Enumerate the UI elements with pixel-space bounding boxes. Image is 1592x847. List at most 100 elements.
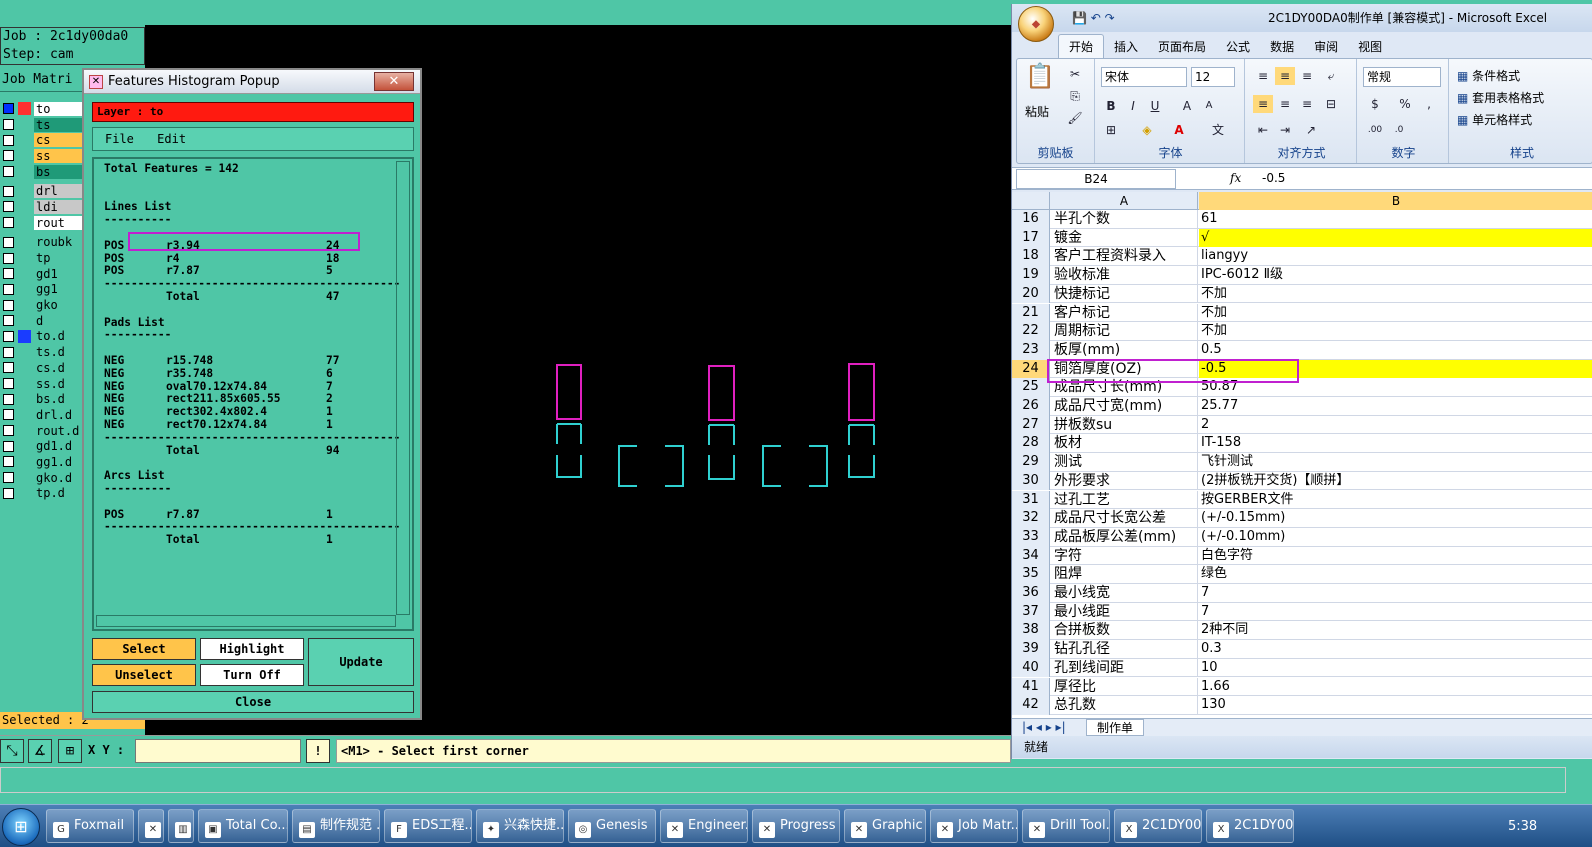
- row-number[interactable]: 30: [1012, 471, 1050, 491]
- number-format-select[interactable]: 常规: [1363, 67, 1441, 87]
- cell-b[interactable]: 7: [1199, 603, 1592, 622]
- cell-a[interactable]: 拼板数su: [1051, 415, 1198, 435]
- cell-b[interactable]: 按GERBER文件: [1199, 491, 1592, 510]
- cell-a[interactable]: 阻焊: [1051, 565, 1198, 584]
- cell-a[interactable]: 测试: [1051, 453, 1198, 472]
- layer-row[interactable]: gko.d: [0, 470, 86, 486]
- taskbar-item[interactable]: ▣ Total Co...: [198, 809, 288, 843]
- cell-a[interactable]: 字符: [1051, 546, 1198, 566]
- cell-a[interactable]: 周期标记: [1051, 322, 1198, 341]
- bold-icon[interactable]: B: [1101, 97, 1121, 115]
- cell-a[interactable]: 钻孔孔径: [1051, 640, 1198, 659]
- align-center-icon[interactable]: ≡: [1275, 95, 1295, 113]
- taskbar-item[interactable]: ▤ 制作规范 ...: [292, 809, 380, 843]
- ribbon-tab[interactable]: 开始: [1058, 34, 1105, 58]
- snap-icon[interactable]: ∡: [28, 739, 52, 763]
- vertical-scrollbar[interactable]: [396, 161, 410, 615]
- quick-access-icon[interactable]: 💾 ↶ ↷: [1072, 4, 1115, 32]
- layer-row[interactable]: to: [0, 101, 86, 117]
- feature-row[interactable]: NEG r15.748 77: [104, 354, 394, 368]
- layer-row[interactable]: roubk: [0, 235, 86, 251]
- zoom-icon[interactable]: ⤡: [0, 739, 24, 763]
- feature-row[interactable]: NEG rect70.12x74.84 1: [104, 418, 394, 432]
- align-bottom-icon[interactable]: ≡: [1297, 67, 1317, 85]
- layer-checkbox[interactable]: [3, 299, 14, 311]
- layer-row[interactable]: cs: [0, 132, 86, 148]
- column-header-b[interactable]: B: [1199, 192, 1592, 210]
- italic-icon[interactable]: I: [1123, 97, 1143, 115]
- cell-a[interactable]: 镀金: [1051, 228, 1198, 248]
- cell-a[interactable]: 半孔个数: [1051, 210, 1198, 229]
- layer-checkbox[interactable]: [3, 150, 14, 162]
- layer-row[interactable]: tp: [0, 250, 86, 266]
- layer-row[interactable]: rout.d: [0, 423, 86, 439]
- layer-row[interactable]: gko: [0, 297, 86, 313]
- cut-icon[interactable]: ✂: [1065, 65, 1085, 83]
- layer-row[interactable]: ldi: [0, 199, 86, 215]
- sheet-tab[interactable]: 制作单: [1086, 719, 1145, 736]
- cell-b[interactable]: 0.3: [1199, 640, 1592, 659]
- style-item[interactable]: ▦ 条件格式: [1457, 65, 1544, 87]
- name-box[interactable]: B24: [1016, 169, 1176, 189]
- copy-icon[interactable]: ⎘: [1065, 87, 1085, 105]
- taskbar-item[interactable]: X 2C1DY00...: [1114, 809, 1202, 843]
- row-number[interactable]: 38: [1012, 621, 1050, 641]
- horizontal-scrollbar[interactable]: [96, 615, 396, 627]
- layer-row[interactable]: drl: [0, 183, 86, 199]
- close-button[interactable]: Close: [92, 691, 414, 713]
- layer-checkbox[interactable]: [3, 440, 14, 452]
- shrink-font-icon[interactable]: A: [1199, 97, 1219, 115]
- layer-row[interactable]: ss: [0, 148, 86, 164]
- cell-b[interactable]: 0.5: [1199, 341, 1592, 360]
- comma-icon[interactable]: ,: [1419, 95, 1439, 113]
- layer-checkbox[interactable]: [3, 330, 14, 342]
- underline-icon[interactable]: U: [1145, 97, 1165, 115]
- layer-row[interactable]: gg1: [0, 282, 86, 298]
- phonetic-icon[interactable]: 文: [1203, 121, 1233, 139]
- font-size-select[interactable]: 12: [1191, 67, 1235, 87]
- cell-b[interactable]: liangyy: [1199, 247, 1592, 266]
- feature-row[interactable]: NEG r35.748 6: [104, 367, 394, 381]
- ribbon-tab[interactable]: 页面布局: [1148, 35, 1216, 59]
- layer-checkbox[interactable]: [3, 166, 14, 178]
- layer-checkbox[interactable]: [3, 119, 14, 131]
- cell-b[interactable]: 白色字符: [1199, 547, 1592, 566]
- cell-b[interactable]: 10: [1199, 659, 1592, 678]
- layer-row[interactable]: rout: [0, 215, 86, 231]
- layer-checkbox[interactable]: [3, 346, 14, 358]
- features-list[interactable]: Total Features = 142 Lines List ---------…: [92, 157, 414, 631]
- select-all-corner[interactable]: [1012, 192, 1050, 210]
- layer-checkbox[interactable]: [3, 201, 14, 213]
- cell-b[interactable]: 1.66: [1199, 678, 1592, 697]
- feature-row[interactable]: POS r4 18: [104, 252, 394, 266]
- row-number[interactable]: 27: [1012, 415, 1050, 435]
- layer-checkbox[interactable]: [3, 236, 14, 248]
- cell-b[interactable]: 61: [1199, 210, 1592, 229]
- cell-b[interactable]: 7: [1199, 584, 1592, 603]
- row-number[interactable]: 16: [1012, 210, 1050, 229]
- row-number[interactable]: 35: [1012, 565, 1050, 584]
- borders-icon[interactable]: ⊞: [1101, 121, 1121, 139]
- layer-row[interactable]: gd1: [0, 266, 86, 282]
- cell-b[interactable]: 130: [1199, 696, 1592, 715]
- layer-checkbox[interactable]: [3, 252, 14, 264]
- style-item[interactable]: ▦ 单元格样式: [1457, 109, 1544, 131]
- layer-checkbox[interactable]: [3, 103, 14, 115]
- decrease-decimal-icon[interactable]: .0: [1389, 121, 1409, 139]
- cell-a[interactable]: 快捷标记: [1051, 284, 1198, 304]
- font-color-icon[interactable]: A: [1169, 121, 1189, 139]
- row-number[interactable]: 31: [1012, 490, 1050, 510]
- layer-row[interactable]: bs.d: [0, 391, 86, 407]
- row-number[interactable]: 37: [1012, 602, 1050, 622]
- cell-b[interactable]: (+/-0.10mm): [1199, 528, 1592, 547]
- cell-a[interactable]: 成品尺寸长宽公差: [1051, 509, 1198, 528]
- row-number[interactable]: 24: [1012, 359, 1050, 379]
- taskbar-item[interactable]: ✕ Job Matr...: [930, 809, 1018, 843]
- cell-b[interactable]: (+/-0.15mm): [1199, 509, 1592, 528]
- layer-checkbox[interactable]: [3, 409, 14, 421]
- menu-edit[interactable]: Edit: [157, 132, 186, 146]
- cell-a[interactable]: 成品板厚公差(mm): [1051, 527, 1198, 547]
- row-number[interactable]: 28: [1012, 434, 1050, 454]
- cell-a[interactable]: 孔到线间距: [1051, 658, 1198, 678]
- cell-b[interactable]: 绿色: [1199, 565, 1592, 584]
